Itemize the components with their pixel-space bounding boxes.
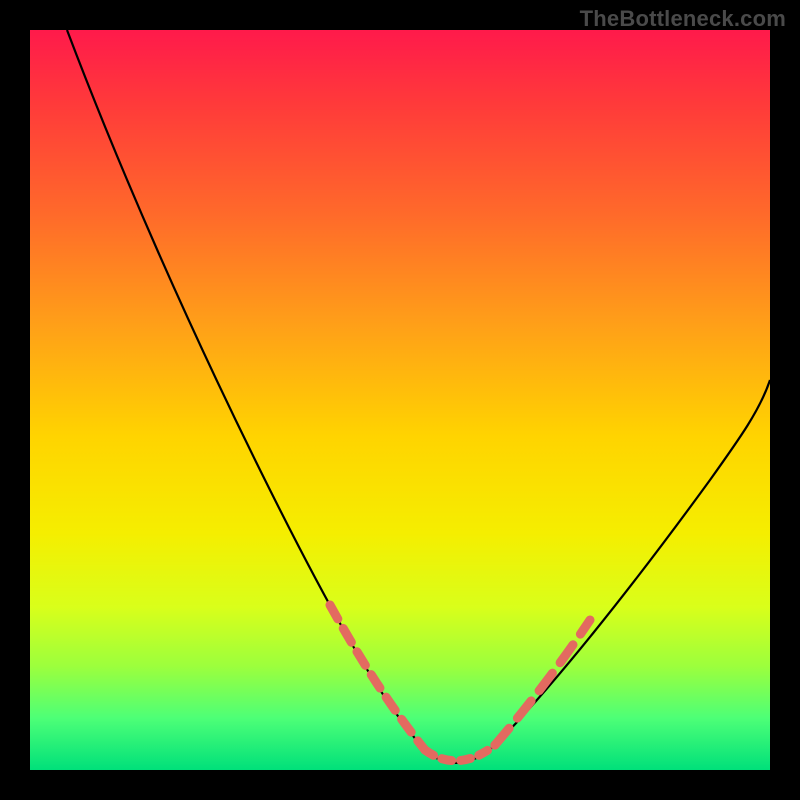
watermark-text: TheBottleneck.com: [580, 6, 786, 32]
highlight-dash-bottom: [425, 745, 495, 761]
chart-frame: TheBottleneck.com: [0, 0, 800, 800]
highlight-dash-right: [495, 620, 590, 745]
plot-area: [30, 30, 770, 770]
curve-svg: [30, 30, 770, 770]
bottleneck-curve: [67, 30, 770, 763]
highlight-dash-left: [330, 605, 425, 750]
